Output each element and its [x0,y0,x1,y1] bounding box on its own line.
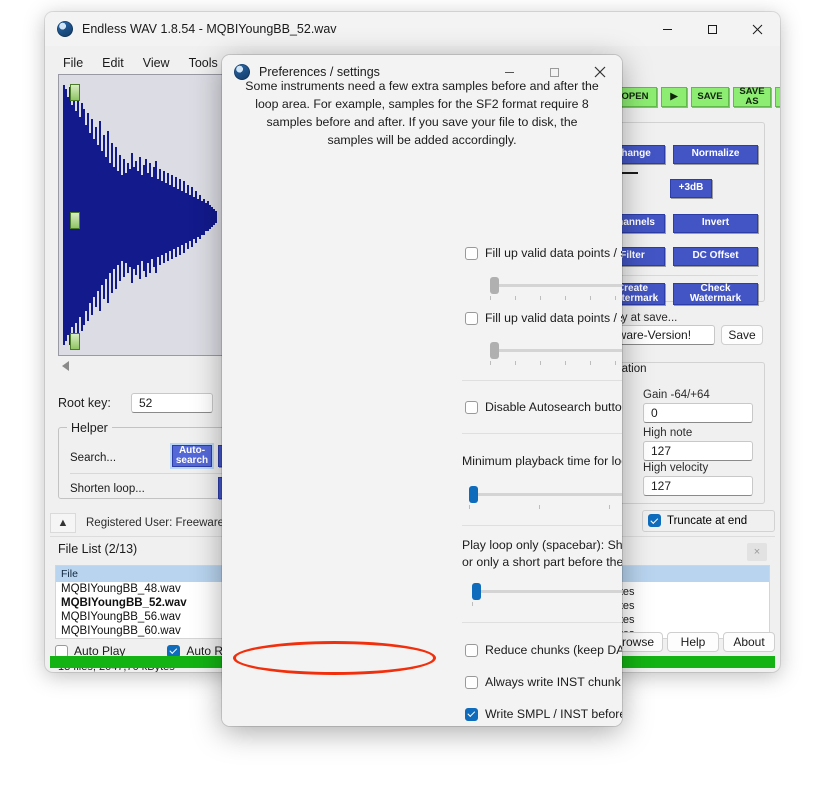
slider-thumb[interactable] [472,583,481,600]
root-key-input[interactable]: 52 [131,393,213,413]
slider-ticks [469,505,622,509]
main-window-title: Endless WAV 1.8.54 - MQBIYoungBB_52.wav [82,22,337,36]
prefs-intro-text: Some instruments need a few extra sample… [245,79,599,148]
checkbox-icon [648,514,661,527]
preferences-dialog: Preferences / settings Some instruments … [222,55,622,726]
close-icon[interactable] [735,12,780,46]
screenshot-root: Endless WAV 1.8.54 - MQBIYoungBB_52.wav … [0,0,825,805]
section-divider [462,433,622,434]
maximize-icon[interactable] [690,12,735,46]
section-divider [462,622,622,623]
reduce-chunks-label: Reduce chunks (keep DATA, SMPL, INST, AC… [485,643,622,657]
menu-item-edit[interactable]: Edit [94,54,132,72]
high-velocity-label: High velocity [643,462,709,474]
fill-after-loop-label: Fill up valid data points / samples afte… [485,311,622,325]
disable-autosearch-label: Disable Autosearch button in main window [485,400,622,414]
slider-thumb[interactable] [490,277,499,294]
checkbox-icon [465,246,478,260]
minimize-icon[interactable] [645,12,690,46]
checkbox-icon [465,400,478,414]
fill-after-loop-checkbox[interactable]: Fill up valid data points / samples afte… [465,311,622,325]
loop-start-marker[interactable] [70,84,80,101]
revert-button[interactable] [775,87,780,107]
helper-search-label: Search... [70,452,117,464]
play-loop-slider[interactable] [472,581,622,606]
reduce-chunks-checkbox[interactable]: Reduce chunks (keep DATA, SMPL, INST, AC… [465,643,622,657]
invert-button[interactable]: Invert [673,214,758,233]
high-note-label: High note [643,427,693,439]
menu-item-file[interactable]: File [55,54,91,72]
chevron-up-icon[interactable]: ▲ [50,513,76,533]
slider-ticks [490,296,622,300]
always-write-inst-checkbox[interactable]: Always write INST chunk [465,675,621,689]
play-loop-label: Play loop only (spacebar): Should the co… [462,538,622,570]
checkbox-icon [465,707,478,721]
samples-before-slider[interactable] [490,275,622,300]
always-write-inst-label: Always write INST chunk [485,675,621,689]
slider-ticks [472,602,622,606]
slider-track [490,349,622,352]
slider-track [472,590,622,593]
menu-item-tools[interactable]: Tools [181,54,226,72]
dc-offset-button[interactable]: DC Offset [673,247,758,266]
checkbox-icon [465,675,478,689]
gain-input[interactable]: 0 [643,403,753,423]
disable-autosearch-checkbox[interactable]: Disable Autosearch button in main window [465,400,622,414]
save-as-button[interactable]: SAVE AS [733,87,771,107]
file-list-title: File List (2/13) [58,542,138,556]
loop-extra-marker[interactable] [70,333,80,350]
check-watermark-button[interactable]: Check Watermark [673,283,758,305]
normalize-button[interactable]: Normalize [673,145,758,164]
fill-before-loop-checkbox[interactable]: Fill up valid data points / samples befo… [465,246,622,260]
waveform-scrollbar[interactable] [58,358,231,374]
watermark-save-button[interactable]: Save [721,325,763,345]
high-note-input[interactable]: 127 [643,441,753,461]
checkbox-icon [465,643,478,657]
fill-before-loop-label: Fill up valid data points / samples befo… [485,246,622,260]
help-button[interactable]: Help [667,632,719,652]
slider-ticks [490,361,622,365]
loop-end-marker[interactable] [70,212,80,229]
main-menu-bar: File Edit View Tools [45,52,226,74]
plus3db-button[interactable]: +3dB [670,179,712,198]
write-smpl-inst-label: Write SMPL / INST before DATA [485,707,622,721]
save-button[interactable]: SAVE [691,87,729,107]
slider-thumb[interactable] [469,486,478,503]
min-playback-label: Minimum playback time for looped playbac… [462,454,622,468]
gain-label: Gain -64/+64 [643,389,710,401]
truncate-at-end-checkbox[interactable]: Truncate at end [648,514,747,527]
checkbox-icon [465,311,478,325]
min-playback-slider[interactable] [469,484,622,509]
slider-track [469,493,622,496]
samples-after-slider[interactable] [490,340,622,365]
menu-item-view[interactable]: View [135,54,178,72]
autosearch-button[interactable]: Auto-search [170,443,214,469]
main-title-bar: Endless WAV 1.8.54 - MQBIYoungBB_52.wav [45,12,780,46]
close-icon[interactable]: × [747,543,767,561]
slider-thumb[interactable] [490,342,499,359]
waveform-graphic [59,75,230,355]
root-key-label: Root key: [58,396,111,410]
high-velocity-input[interactable]: 127 [643,476,753,496]
play-button[interactable]: ▶ [661,87,687,107]
helper-group-title: Helper [67,421,112,435]
app-globe-icon [57,21,73,37]
section-divider [462,380,622,381]
write-smpl-inst-checkbox[interactable]: Write SMPL / INST before DATA [465,707,622,721]
waveform-display[interactable] [58,74,231,356]
helper-shorten-label: Shorten loop... [70,483,145,495]
truncate-at-end-label: Truncate at end [667,514,748,527]
slider-track [490,284,622,287]
main-window-controls [645,12,780,46]
section-divider [462,525,622,526]
scroll-left-icon[interactable] [62,361,69,371]
about-button[interactable]: About [723,632,775,652]
